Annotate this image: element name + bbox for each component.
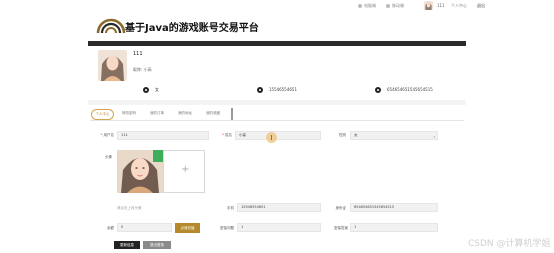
mouse-cursor-indicator: [266, 132, 277, 143]
phone-field[interactable]: 15546554651: [237, 203, 321, 212]
profile-gender-value: 女: [155, 87, 159, 92]
recharge-button[interactable]: 点我充值: [175, 223, 200, 233]
logout-button[interactable]: 退出登录: [143, 241, 171, 249]
top-link-mobile[interactable]: 移动端: [386, 3, 404, 9]
security-answer-field[interactable]: 1: [350, 223, 438, 232]
tab-personal-center[interactable]: 个人中心: [91, 109, 114, 120]
gender-select[interactable]: 女 ▾: [350, 131, 438, 140]
site-header: [0, 12, 554, 42]
username-label: * 用户名: [100, 133, 115, 137]
security-answer-label: 密保答案: [334, 226, 348, 230]
profile-id-value: 654654651545654515: [387, 87, 433, 92]
phone-label: 手机: [227, 206, 234, 210]
top-username: 111: [437, 3, 445, 8]
name-label: * 姓名: [222, 133, 232, 137]
id-card-label: 身份证: [335, 206, 347, 210]
id-card-icon: [375, 87, 381, 93]
top-user-avatar[interactable]: [424, 1, 433, 10]
profile-name: 111: [133, 51, 143, 57]
balance-label: 余额: [107, 226, 114, 230]
monitor-icon: [358, 4, 362, 8]
username-field[interactable]: 111: [117, 131, 209, 140]
tab-my-favorites[interactable]: 我的收藏: [203, 108, 223, 119]
profile-avatar: [98, 50, 127, 81]
gender-label: 性别: [339, 133, 346, 137]
site-title: 基于Java的游戏账号交易平台: [125, 23, 259, 34]
avatar-upload-button[interactable]: +: [163, 150, 205, 193]
tab-my-orders[interactable]: 我的订单: [147, 108, 167, 119]
profile-phone: 15546554651: [257, 87, 297, 93]
balance-field: 0: [117, 223, 172, 232]
security-question-field[interactable]: 1: [237, 223, 321, 232]
top-link-desktop-label: 电脑端: [364, 3, 376, 8]
top-bar: [0, 0, 554, 12]
tab-underline: [90, 120, 464, 121]
name-label-text: 姓名: [225, 133, 232, 137]
tab-scroll-divider: [231, 108, 233, 120]
top-link-desktop[interactable]: 电脑端: [358, 3, 376, 9]
tab-change-password[interactable]: 修改密码: [119, 108, 139, 119]
profile-id-card: 654654651545654515: [375, 87, 433, 93]
gender-icon: [143, 87, 149, 93]
phone-icon: [257, 87, 263, 93]
id-card-field[interactable]: 654654651545654515: [350, 203, 438, 212]
security-question-label: 密保问题: [220, 226, 234, 230]
top-logout-link[interactable]: 退出: [477, 3, 485, 9]
profile-phone-value: 15546554651: [269, 87, 297, 92]
top-personal-center-link[interactable]: 个人中心: [451, 3, 467, 9]
top-link-mobile-label: 移动端: [392, 3, 404, 8]
name-field[interactable]: 小高: [235, 131, 321, 140]
gender-select-value: 女: [354, 133, 358, 137]
avatar-upload-hint: 请点击上传头像: [117, 206, 142, 210]
profile-gender: 女: [143, 87, 159, 93]
avatar-label: 头像: [105, 155, 112, 159]
update-info-button[interactable]: 更新信息: [114, 241, 140, 249]
watermark: CSDN @计算机学姐: [468, 239, 551, 249]
tab-my-address[interactable]: 我的地址: [175, 108, 195, 119]
avatar-preview-image[interactable]: [117, 150, 163, 193]
plus-icon: +: [181, 164, 190, 175]
phone-icon: [386, 4, 390, 8]
username-label-text: 用户名: [103, 133, 115, 137]
chevron-down-icon: ▾: [433, 135, 435, 139]
site-logo[interactable]: [96, 17, 126, 35]
profile-nickname: 昵称: 小高: [133, 67, 152, 72]
